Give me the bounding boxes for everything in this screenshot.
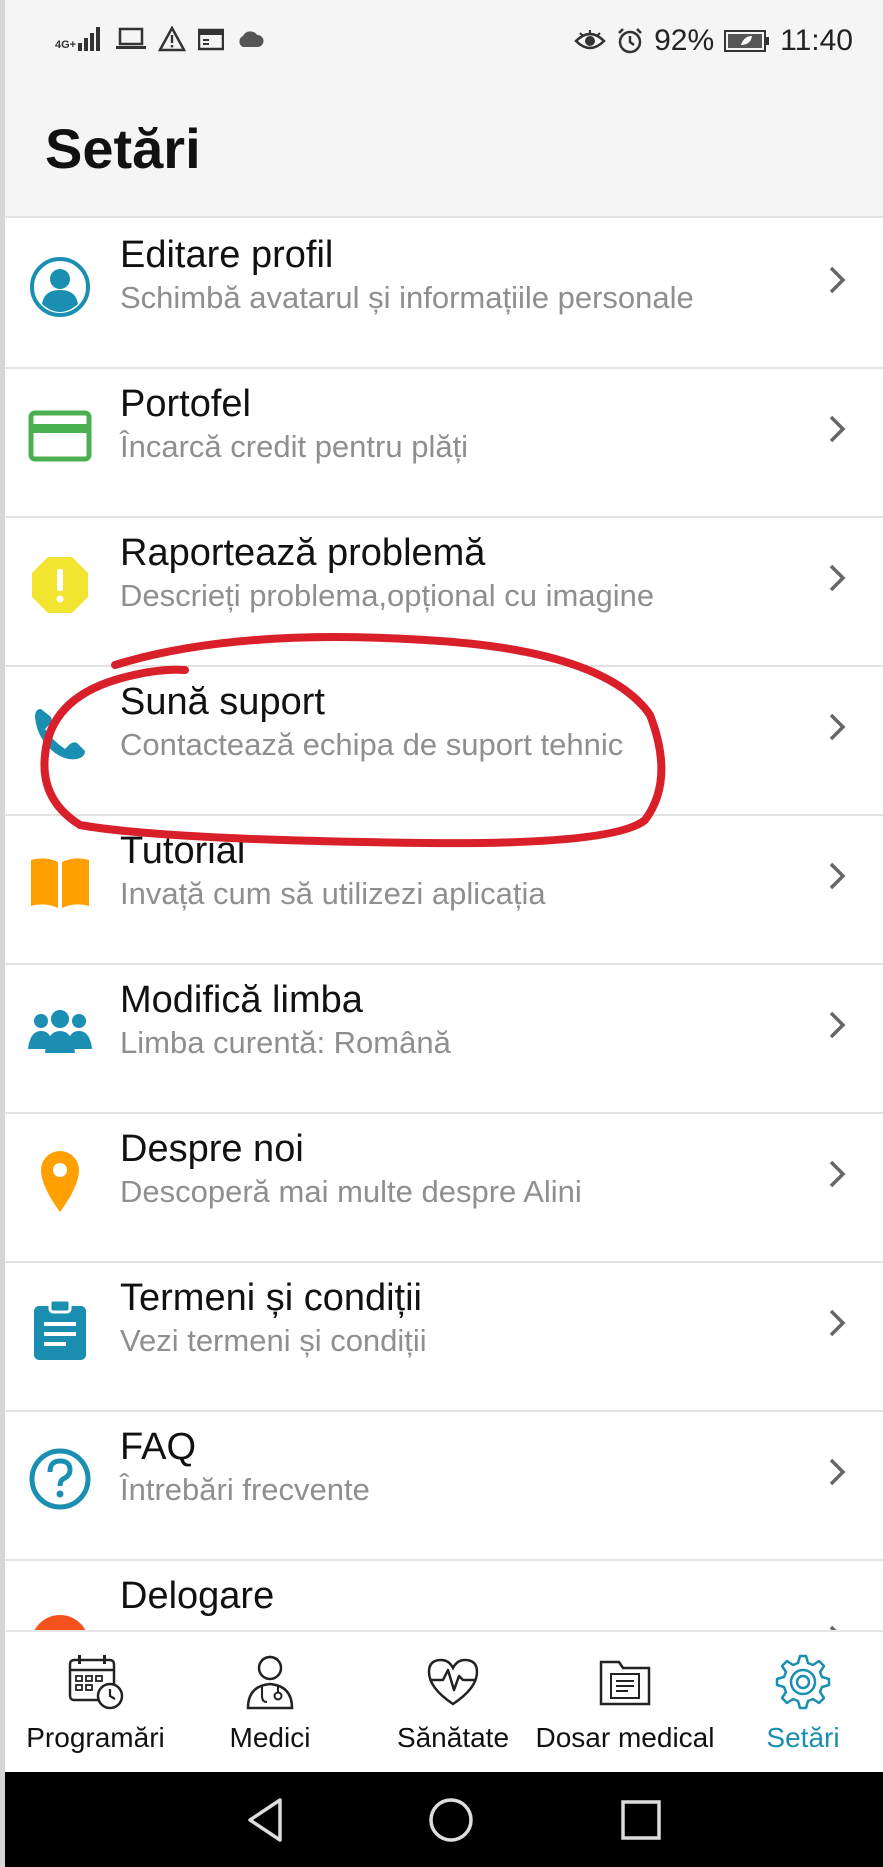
settings-item-title: FAQ	[120, 1426, 197, 1468]
clipboard-icon	[27, 1297, 93, 1363]
battery-percent: 92%	[654, 24, 715, 57]
nav-label: Programări	[26, 1722, 165, 1753]
status-right-icons: 92% 11:40	[574, 24, 853, 58]
settings-item-title: Despre noi	[120, 1128, 304, 1170]
chevron-right-icon	[829, 1458, 846, 1486]
settings-item-subtitle: Schimbă avatarul și informațiile persona…	[120, 280, 694, 315]
system-navigation-bar	[5, 1772, 883, 1867]
settings-item-report-problem[interactable]: Raportează problemă Descrieți problema,o…	[5, 518, 883, 667]
clock-time: 11:40	[780, 24, 853, 57]
settings-item-title: Sună suport	[120, 681, 325, 723]
eye-icon	[574, 30, 606, 50]
location-pin-icon	[27, 1148, 93, 1214]
settings-item-terms[interactable]: Termeni și condiții Vezi termeni și cond…	[5, 1263, 883, 1412]
book-icon	[27, 850, 93, 916]
phone-icon	[27, 701, 93, 767]
nav-medici[interactable]: Medici	[195, 1632, 345, 1774]
settings-item-tutorial[interactable]: Tutorial Invață cum să utilizezi aplicaț…	[5, 816, 883, 965]
settings-item-subtitle: Încarcă credit pentru plăți	[120, 429, 469, 464]
settings-item-subtitle: Contactează echipa de suport tehnic	[120, 727, 624, 762]
settings-item-title: Modifică limba	[120, 979, 363, 1021]
settings-list: Editare profil Schimbă avatarul și infor…	[5, 220, 883, 1710]
warning-icon	[27, 552, 93, 618]
settings-item-title: Editare profil	[120, 234, 334, 276]
nav-dosar-medical[interactable]: Dosar medical	[535, 1632, 715, 1774]
settings-item-subtitle: Limba curentă: Română	[120, 1025, 451, 1060]
settings-item-subtitle: Descrieți problema,opțional cu imagine	[120, 578, 655, 613]
calendar-clock-icon	[68, 1655, 123, 1710]
settings-item-title: Portofel	[120, 383, 251, 425]
settings-item-faq[interactable]: FAQ Întrebări frecvente	[5, 1412, 883, 1561]
recent-apps-icon[interactable]	[615, 1794, 667, 1846]
settings-item-subtitle: Vezi termeni și condiții	[120, 1323, 427, 1358]
settings-item-subtitle: Invață cum să utilizezi aplicația	[120, 876, 546, 911]
nav-label: Setări	[766, 1722, 840, 1753]
page-title: Setări	[45, 117, 201, 180]
nav-sanatate[interactable]: Sănătate	[373, 1632, 533, 1774]
settings-item-subtitle: Descoperă mai multe despre Alini	[120, 1174, 582, 1209]
chevron-right-icon	[829, 1011, 846, 1039]
settings-item-title: Delogare	[120, 1575, 275, 1617]
chevron-right-icon	[829, 564, 846, 592]
nav-setari[interactable]: Setări	[733, 1632, 873, 1774]
people-icon	[27, 999, 93, 1065]
page-header: Setări	[5, 90, 883, 218]
app-screen: 4G+ 92% 11:40 Setări Editare profil Schi…	[5, 0, 883, 1867]
status-left-icons: 4G+	[55, 26, 264, 52]
heart-pulse-icon	[427, 1658, 479, 1706]
help-circle-icon	[27, 1446, 93, 1512]
settings-item-title: Tutorial	[120, 830, 246, 872]
alarm-icon	[618, 28, 642, 54]
status-bar: 4G+ 92% 11:40	[5, 0, 883, 90]
settings-item-change-language[interactable]: Modifică limba Limba curentă: Română	[5, 965, 883, 1114]
profile-icon	[27, 254, 93, 320]
battery-icon	[724, 30, 770, 52]
doctor-icon	[246, 1655, 294, 1710]
settings-item-edit-profile[interactable]: Editare profil Schimbă avatarul și infor…	[5, 220, 883, 369]
settings-item-about-us[interactable]: Despre noi Descoperă mai multe despre Al…	[5, 1114, 883, 1263]
chevron-right-icon	[829, 713, 846, 741]
nav-label: Dosar medical	[535, 1722, 715, 1753]
chevron-right-icon	[829, 266, 846, 294]
nav-label: Sănătate	[396, 1722, 510, 1753]
wallet-card-icon	[27, 403, 93, 469]
settings-item-wallet[interactable]: Portofel Încarcă credit pentru plăți	[5, 369, 883, 518]
settings-item-call-support[interactable]: Sună suport Contactează echipa de suport…	[5, 667, 883, 816]
settings-gear-icon	[775, 1654, 831, 1710]
home-icon[interactable]	[425, 1794, 477, 1846]
bottom-navigation: Programări Medici Sănătate Dosar medical…	[5, 1630, 883, 1772]
calendar-small-icon	[198, 28, 225, 51]
settings-item-title: Raportează problemă	[120, 532, 486, 574]
settings-item-title: Termeni și condiții	[120, 1277, 422, 1319]
chevron-right-icon	[829, 862, 846, 890]
nav-programari[interactable]: Programări	[13, 1632, 178, 1774]
chevron-right-icon	[829, 415, 846, 443]
signal-icon: 4G+	[55, 27, 104, 51]
nav-label: Medici	[229, 1722, 311, 1753]
laptop-icon	[116, 27, 147, 49]
folder-document-icon	[599, 1660, 651, 1706]
cloud-icon	[239, 31, 264, 47]
chevron-right-icon	[829, 1160, 846, 1188]
back-icon[interactable]	[240, 1794, 292, 1846]
network-type: 4G+	[55, 39, 77, 51]
chevron-right-icon	[829, 1309, 846, 1337]
settings-item-subtitle: Întrebări frecvente	[120, 1472, 370, 1507]
alert-triangle-icon	[158, 26, 187, 52]
